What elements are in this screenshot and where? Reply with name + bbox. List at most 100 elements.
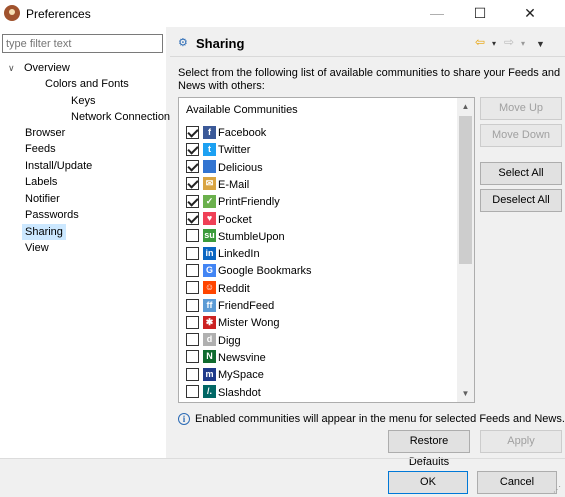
page-header: ⚙ Sharing ⇦ ▾ ⇨ ▾ ▼ [170,27,565,57]
community-label: Reddit [218,282,250,295]
community-label: FriendFeed [218,300,275,313]
friendfeed-icon: ff [203,298,216,312]
tree-item-browser[interactable]: Browser [25,125,65,141]
apply-button[interactable]: Apply [480,430,562,453]
community-checkbox[interactable] [186,212,199,226]
community-item[interactable]: ✉ E-Mail [186,176,249,194]
list-scrollbar[interactable]: ▲ ▼ [457,98,474,402]
tree-item-keys[interactable]: Keys [71,93,95,109]
tree-item-labels[interactable]: Labels [25,174,57,190]
preference-tree-panel: ∨Overview Colors and Fonts Keys Network … [0,27,176,458]
tree-item-feeds[interactable]: Feeds [25,141,56,157]
community-checkbox[interactable] [186,385,199,399]
forward-arrow-icon[interactable]: ⇨ [504,36,514,48]
community-checkbox[interactable] [186,177,199,191]
newsvine-icon: N [203,350,216,364]
tree-item-sharing[interactable]: Sharing [22,224,66,240]
restore-defaults-button[interactable]: Restore Defaults [388,430,470,468]
scrollbar-thumb[interactable] [459,116,472,264]
community-item[interactable]: t Twitter [186,141,250,159]
community-checkbox[interactable] [186,246,199,260]
community-label: Mister Wong [218,317,280,330]
printfriendly-icon: ✓ [203,194,216,208]
community-label: E-Mail [218,178,250,191]
community-label: Newsvine [218,351,266,364]
cancel-button[interactable]: Cancel [477,471,557,494]
community-item[interactable]: su StumbleUpon [186,228,285,246]
tree-item-overview[interactable]: ∨ Overview [8,60,70,76]
community-item[interactable]: ff FriendFeed [186,297,274,315]
filter-input[interactable] [2,34,163,53]
communities-list[interactable]: Available Communities f Facebook t Twitter D… [178,97,475,403]
ok-button[interactable]: OK [388,471,468,494]
community-checkbox[interactable] [186,333,199,347]
community-item[interactable]: ✓ PrintFriendly [186,193,280,211]
community-checkbox[interactable] [186,142,199,156]
community-label: Digg [218,334,241,347]
tree-item-network-connections[interactable]: Network Connections [71,109,176,125]
page-description: Select from the following list of availa… [178,67,561,92]
scroll-up-arrow-icon[interactable]: ▲ [457,98,474,115]
community-item[interactable]: N Newsvine [186,349,266,367]
expand-arrow-icon[interactable]: ∨ [8,60,18,76]
community-label: PrintFriendly [218,196,280,209]
forward-dropdown-icon[interactable]: ▾ [521,38,525,50]
community-label: Google Bookmarks [218,265,312,278]
tree-item-install-update[interactable]: Install/Update [25,158,92,174]
app-icon [4,5,20,21]
select-all-button[interactable]: Select All [480,162,562,185]
community-item[interactable]: f Facebook [186,124,266,142]
community-checkbox[interactable] [186,263,199,277]
myspace-icon: m [203,367,216,381]
community-checkbox[interactable] [186,281,199,295]
tree-item-view[interactable]: View [25,240,49,256]
community-checkbox[interactable] [186,229,199,243]
community-checkbox[interactable] [186,298,199,312]
sharing-icon: ⚙ [178,37,188,49]
community-checkbox[interactable] [186,125,199,139]
maximize-button[interactable]: ☐ [460,0,500,27]
list-header: Available Communities [186,104,298,116]
view-menu-icon[interactable]: ▼ [536,38,545,50]
community-item[interactable]: ☺ Reddit [186,280,250,298]
community-item[interactable]: m MySpace [186,366,264,384]
scroll-down-arrow-icon[interactable]: ▼ [457,385,474,402]
community-item[interactable]: /. Slashdot [186,384,261,402]
community-checkbox[interactable] [186,194,199,208]
community-checkbox[interactable] [186,160,199,174]
mister-wong-icon: ✱ [203,315,216,329]
community-checkbox[interactable] [186,315,199,329]
close-button[interactable]: ✕ [510,0,550,27]
google-bookmarks-icon: G [203,263,216,277]
preference-page: ⚙ Sharing ⇦ ▾ ⇨ ▾ ▼ Select from the foll… [170,27,565,468]
back-arrow-icon[interactable]: ⇦ [475,36,485,48]
linkedin-icon: in [203,246,216,260]
community-label: Slashdot [218,386,261,399]
window-title: Preferences [26,7,91,21]
move-down-button[interactable]: Move Down [480,124,562,147]
community-label: MySpace [218,369,264,382]
resize-grip-icon[interactable]: ⋰ [553,485,563,495]
community-item[interactable]: G Google Bookmarks [186,262,312,280]
deselect-all-button[interactable]: Deselect All [480,189,562,212]
minimize-button[interactable]: — [417,0,457,27]
back-dropdown-icon[interactable]: ▾ [492,38,496,50]
community-item[interactable]: Delicious [186,159,263,177]
community-item[interactable]: in LinkedIn [186,245,260,263]
community-label: LinkedIn [218,248,260,261]
info-text: Enabled communities will appear in the m… [195,413,565,425]
community-checkbox[interactable] [186,367,199,381]
community-item[interactable]: ♥ Pocket [186,211,252,229]
community-item[interactable]: ✱ Mister Wong [186,314,280,332]
community-checkbox[interactable] [186,350,199,364]
tree-item-colors-and-fonts[interactable]: Colors and Fonts [45,76,129,92]
tree-item-notifier[interactable]: Notifier [25,191,60,207]
title-bar: Preferences — ☐ ✕ [0,0,565,27]
community-label: StumbleUpon [218,230,285,243]
delicious-icon [203,160,216,174]
community-item[interactable]: d Digg [186,332,241,350]
tree-item-passwords[interactable]: Passwords [25,207,79,223]
move-up-button[interactable]: Move Up [480,97,562,120]
community-label: Facebook [218,127,267,140]
facebook-icon: f [203,125,216,139]
